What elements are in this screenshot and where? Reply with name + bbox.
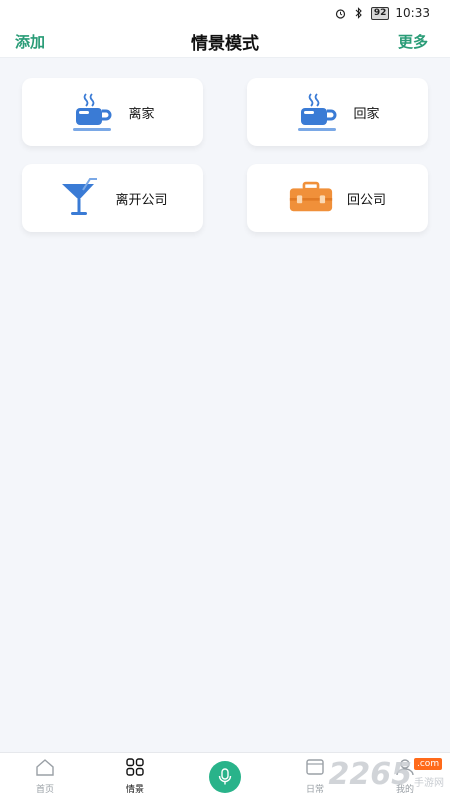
scene-card-return-office[interactable]: 回公司 [247, 164, 428, 232]
watermark: 2265 .com 手游网 [329, 757, 445, 792]
scene-card-leave-home[interactable]: 离家 [22, 78, 203, 146]
nav-voice[interactable] [190, 760, 260, 793]
scene-label: 离开公司 [115, 192, 168, 208]
nav-scene[interactable]: 情景 [100, 758, 170, 795]
more-button[interactable]: 更多 [398, 31, 428, 52]
coffee-cup-icon [295, 90, 339, 134]
bluetooth-icon [353, 7, 365, 19]
coffee-cup-icon [70, 90, 114, 134]
calendar-icon [305, 758, 325, 780]
grid-icon [125, 758, 145, 780]
page-title: 情景模式 [191, 34, 259, 54]
watermark-text: 手游网 [414, 778, 444, 789]
cocktail-glass-icon [57, 176, 101, 220]
alarm-icon [335, 7, 347, 19]
nav-label-home: 首页 [35, 785, 54, 795]
nav-label-scene: 情景 [125, 785, 144, 795]
scene-card-return-home[interactable]: 回家 [247, 78, 428, 146]
nav-label-daily: 日常 [305, 785, 324, 795]
app-header: 添加 情景模式 更多 [0, 26, 450, 58]
scene-label: 回公司 [346, 192, 386, 208]
microphone-button[interactable] [209, 760, 241, 793]
watermark-badge: .com [414, 758, 443, 770]
scene-grid: 离家 回家 离开公司 回公司 [22, 78, 428, 232]
status-bar: 92 10:33 [0, 0, 450, 26]
scene-label: 回家 [353, 106, 380, 122]
nav-home[interactable]: 首页 [10, 758, 80, 795]
briefcase-icon [289, 176, 333, 220]
scene-label: 离家 [128, 106, 155, 122]
scene-card-leave-office[interactable]: 离开公司 [22, 164, 203, 232]
status-time: 10:33 [395, 6, 430, 20]
home-icon [35, 758, 55, 780]
watermark-number: 2265 [328, 757, 413, 792]
battery-indicator: 92 [370, 6, 390, 20]
